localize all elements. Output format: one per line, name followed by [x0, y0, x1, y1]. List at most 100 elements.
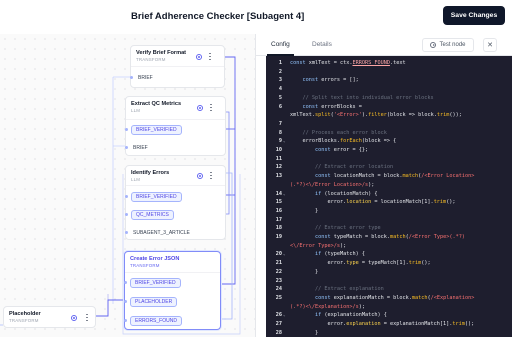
code-token: // Process each error block	[290, 129, 387, 136]
fold-chevron-icon[interactable]: ⌄	[283, 311, 285, 320]
code-token: error = {};	[333, 147, 369, 153]
line-number: 8	[278, 129, 282, 136]
code-token: trim	[452, 321, 465, 327]
node-port[interactable]: BRIEF	[125, 143, 225, 154]
node-placeholder[interactable]: Placeholder TRANSFORM	[3, 306, 96, 328]
code-line[interactable]: 20 ⌄ if (typeMatch) {	[266, 250, 512, 259]
code-text: // Extract explanation	[290, 285, 384, 294]
port-dot-icon	[124, 281, 127, 284]
code-token: const	[315, 147, 334, 153]
code-line[interactable]: 21 error.type = typeMatch[1].trim();	[266, 259, 512, 268]
line-number: 13	[275, 173, 282, 180]
code-token: // Extract error type	[290, 225, 381, 232]
node-port[interactable]: PLACEHOLDER	[124, 297, 220, 308]
node-title: Identify Errors	[131, 170, 170, 176]
code-line[interactable]: 11	[266, 155, 512, 164]
code-token: ();	[421, 260, 431, 267]
code-line[interactable]: 10 const error = {};	[266, 146, 512, 155]
code-line[interactable]: 17	[266, 216, 512, 225]
code-line[interactable]: xmlText.split('<Error>').filter(block =>…	[266, 111, 512, 120]
node-port[interactable]: SUBAGENT_3_ARTICLE	[125, 228, 225, 239]
code-line[interactable]: 2	[266, 68, 512, 77]
code-line[interactable]: 1 const xmlText = ctx.ERRORS_FOUND.text	[266, 59, 512, 68]
node-port[interactable]: QC_METRICS	[125, 210, 225, 221]
code-line[interactable]: (.*?)<\/Explanation>/s);	[266, 303, 512, 312]
node-status-icon[interactable]	[196, 54, 202, 60]
code-line[interactable]: 13 const locationMatch = block.match(/<E…	[266, 172, 512, 181]
code-token: if	[315, 190, 325, 197]
code-text: // Process each error block	[290, 129, 387, 138]
node-port[interactable]: BRIEF_VERIFIED	[125, 192, 225, 203]
workflow-canvas[interactable]: Verify Brief Format TRANSFORM BRIEF Extr…	[0, 34, 255, 337]
code-line[interactable]: (.*?)<\/Error Location>/s);	[266, 181, 512, 190]
code-token: }	[290, 329, 319, 336]
node-title: Verify Brief Format	[136, 50, 187, 56]
fold-chevron-icon[interactable]: ⌄	[283, 137, 285, 146]
node-identify-errors[interactable]: Identify Errors LLM BRIEF_VERIFIED QC_ME…	[125, 165, 226, 240]
node-port[interactable]: BRIEF_VERIFIED	[124, 278, 220, 289]
code-line[interactable]: 28 }	[266, 329, 512, 337]
code-token: location	[346, 199, 372, 206]
code-line[interactable]: <\/Error Type>/s);	[266, 242, 512, 251]
code-line[interactable]: 19 const typeMatch = block.match(/<Error…	[266, 233, 512, 242]
node-port[interactable]: ERRORS_FOUND	[124, 316, 220, 327]
code-line[interactable]: 26 ⌄ if (explanationMatch) {	[266, 311, 512, 320]
tab-details[interactable]: Details	[312, 41, 332, 48]
code-token: xmlText.	[290, 112, 315, 119]
code-editor[interactable]: 1 const xmlText = ctx.ERRORS_FOUND.text 2 3…	[266, 56, 512, 337]
code-line[interactable]: 22 }	[266, 268, 512, 277]
close-panel-button[interactable]: ✕	[483, 38, 497, 52]
code-line[interactable]: 12 // Extract error location	[266, 163, 512, 172]
node-menu-icon[interactable]	[210, 104, 212, 111]
code-line[interactable]: 25 const explanationMatch = block.match(…	[266, 294, 512, 303]
node-extract-qc-metrics[interactable]: Extract QC Metrics LLM BRIEF_VERIFIED BR…	[125, 96, 226, 156]
code-line[interactable]: 18 // Extract error type	[266, 224, 512, 233]
code-line[interactable]: 24 // Extract explanation	[266, 285, 512, 294]
port-dot-icon	[125, 195, 128, 198]
port-dot-icon	[124, 319, 127, 322]
code-token: // Extract error location	[290, 164, 394, 171]
code-line[interactable]: 7	[266, 120, 512, 129]
code-line[interactable]: 16 }	[266, 207, 512, 216]
fold-chevron-icon[interactable]: ⌄	[283, 190, 285, 199]
line-number: 15	[275, 199, 282, 206]
code-line[interactable]: 5 // Split text into individual error bl…	[266, 94, 512, 103]
node-port[interactable]: BRIEF	[130, 73, 224, 84]
node-menu-icon[interactable]	[209, 53, 211, 60]
fold-chevron-icon[interactable]: ⌄	[283, 250, 285, 259]
code-token: '<Error>'	[333, 112, 362, 119]
code-token: const	[315, 234, 334, 240]
node-status-icon[interactable]	[71, 315, 77, 321]
code-token: errors = [];	[321, 77, 359, 84]
code-line[interactable]: 4	[266, 85, 512, 94]
node-menu-icon[interactable]	[86, 314, 88, 321]
node-status-icon[interactable]	[197, 173, 203, 179]
save-changes-button[interactable]: Save Changes	[443, 6, 505, 25]
code-line[interactable]: 6 const errorBlocks =	[266, 103, 512, 112]
panel-tabs: Config Details Test node ✕	[256, 34, 512, 56]
node-create-error-json[interactable]: Create Error JSON TRANSFORM BRIEF_VERIFI…	[124, 251, 221, 330]
node-verify-brief-format[interactable]: Verify Brief Format TRANSFORM BRIEF	[130, 45, 225, 88]
code-token: trim	[436, 112, 450, 119]
node-menu-icon[interactable]	[210, 172, 212, 179]
test-node-button[interactable]: Test node	[422, 38, 474, 52]
code-token: (block => block.	[386, 112, 437, 119]
node-config-panel: Config Details Test node ✕ 1 const xmlTex…	[256, 34, 512, 337]
code-line[interactable]: 14 ⌄ if (locationMatch) {	[266, 190, 512, 199]
code-line[interactable]: 3 const errors = [];	[266, 76, 512, 85]
tab-config[interactable]: Config	[271, 41, 290, 48]
code-line[interactable]: 8 // Process each error block	[266, 129, 512, 138]
node-status-icon[interactable]	[197, 105, 203, 111]
code-line[interactable]: 9 ⌄ errorBlocks.forEach(block => {	[266, 137, 512, 146]
line-number: 1	[278, 60, 282, 66]
code-line[interactable]: 15 error.location = locationMatch[1].tri…	[266, 198, 512, 207]
line-number: 22	[275, 268, 282, 275]
code-line[interactable]: 27 error.explanation = explanationMatch[…	[266, 320, 512, 329]
code-line[interactable]: 23	[266, 277, 512, 286]
node-port[interactable]: BRIEF_VERIFIED	[125, 125, 225, 136]
port-chip: QC_METRICS	[131, 210, 174, 220]
